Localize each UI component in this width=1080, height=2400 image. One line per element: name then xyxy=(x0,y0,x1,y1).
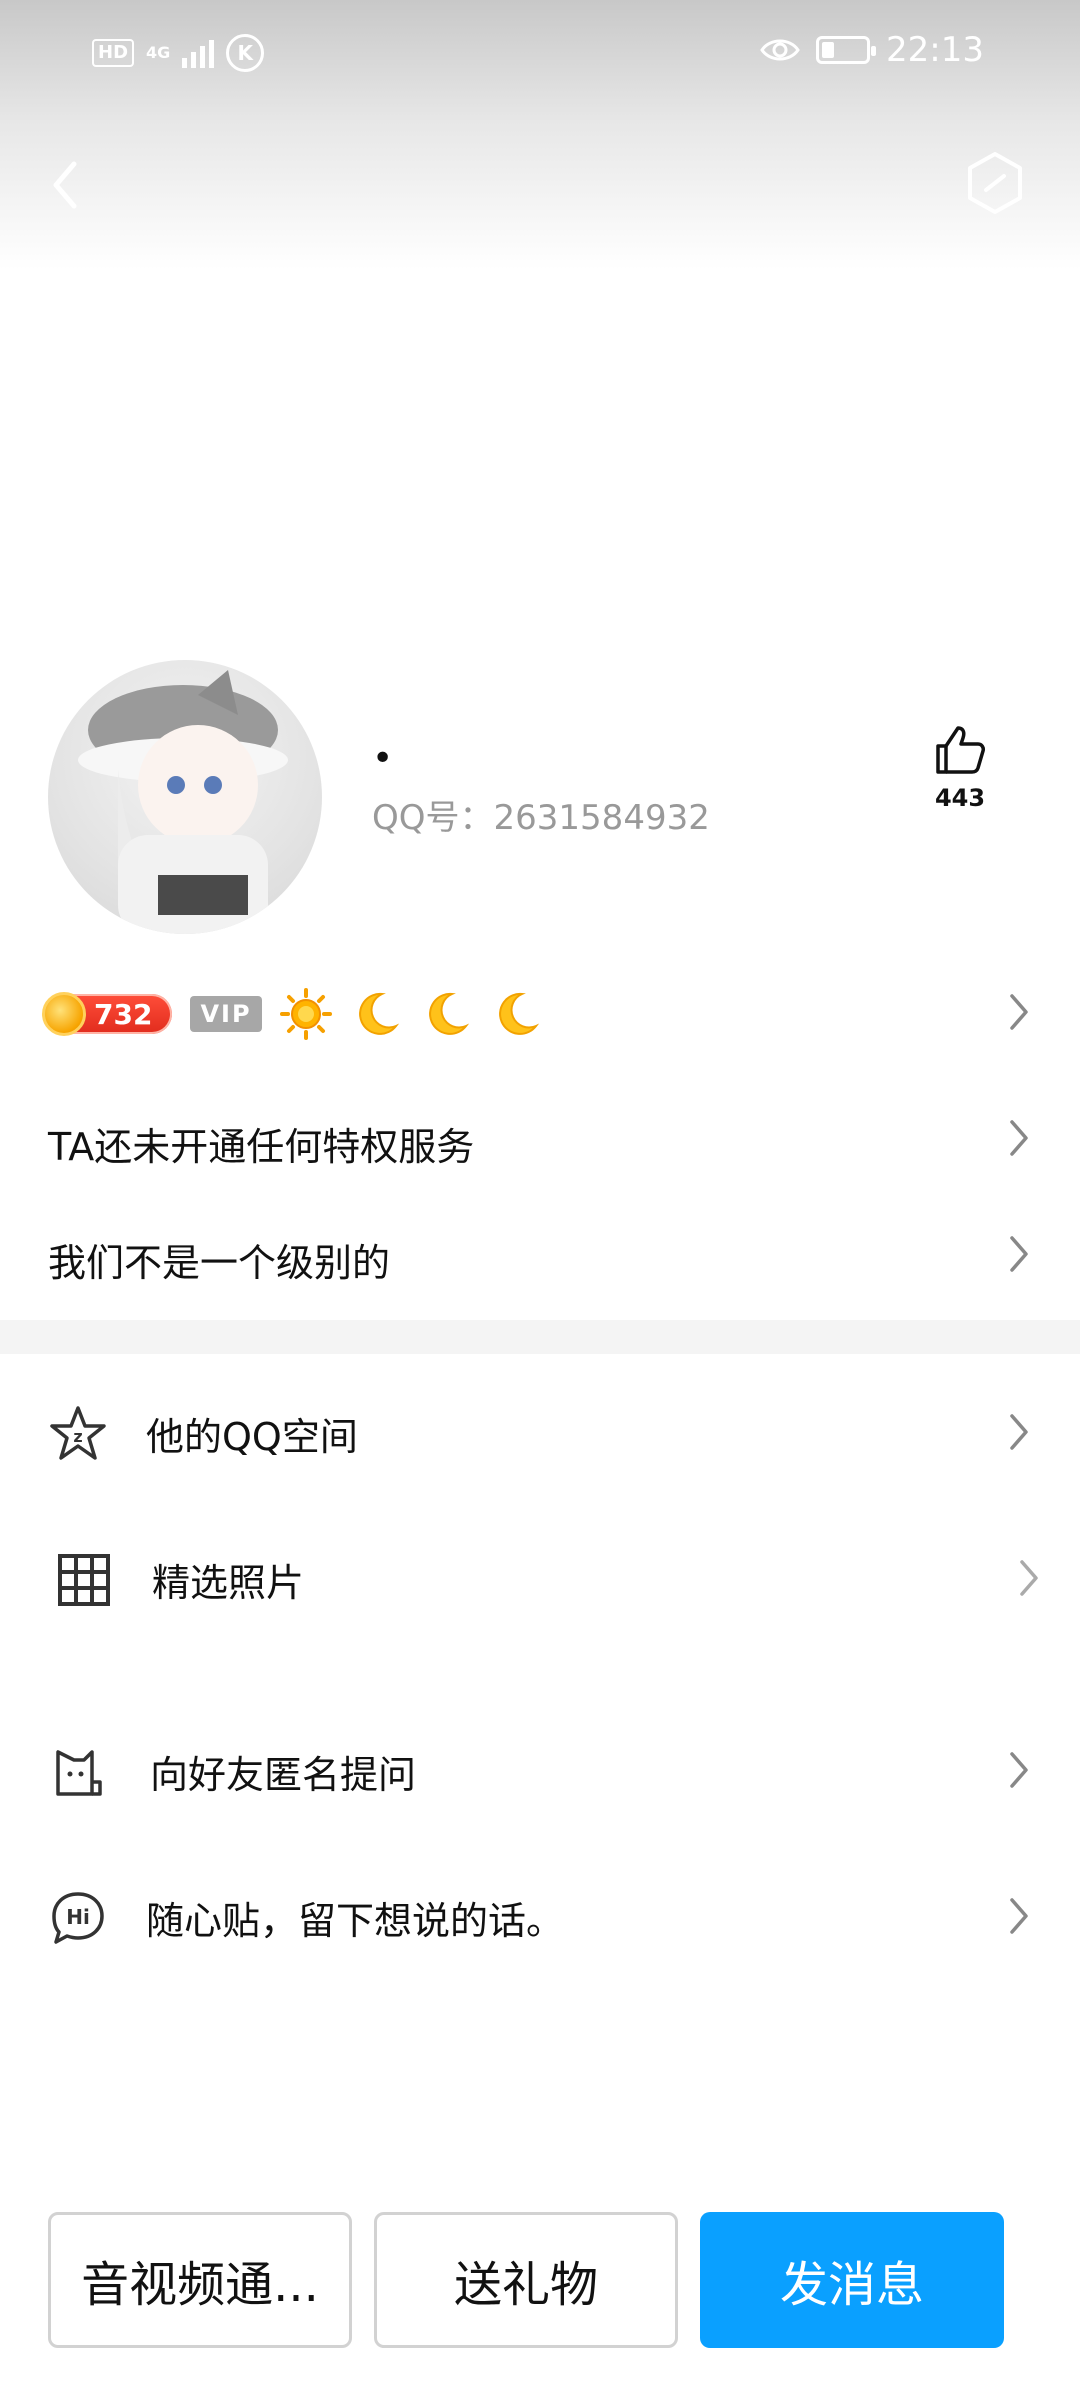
badges-chevron-icon[interactable] xyxy=(1008,992,1030,1032)
k-app-icon: K xyxy=(226,34,265,72)
status-bar: HD 4G K 22:13 xyxy=(0,0,1080,110)
list-item-label: 向好友匿名提问 xyxy=(150,1753,417,1797)
svg-text:Hi: Hi xyxy=(66,1905,90,1929)
eye-icon xyxy=(760,39,800,61)
chevron-right-icon xyxy=(1010,1414,1028,1450)
chevron-right-icon xyxy=(1020,1560,1038,1596)
like-count: 443 xyxy=(934,784,986,812)
list-item-sticky-note[interactable]: Hi 随心贴，留下想说的话。 xyxy=(0,1864,1080,1964)
avatar-illustration xyxy=(78,670,288,934)
status-left: HD 4G K xyxy=(92,34,265,72)
coin-icon xyxy=(42,992,86,1036)
list-item-qzone[interactable]: z 他的QQ空间 xyxy=(0,1380,1080,1480)
av-call-button[interactable]: 音视频通... xyxy=(48,2212,352,2348)
vip-badge: VIP xyxy=(190,996,262,1032)
like-button[interactable]: 443 xyxy=(920,722,1000,812)
hi-bubble-icon: Hi xyxy=(52,1892,104,1944)
signal-icon xyxy=(182,38,215,68)
network-type: 4G xyxy=(146,43,171,62)
hd-badge: HD xyxy=(92,39,135,67)
moon-icon xyxy=(428,992,469,1035)
status-right: 22:13 xyxy=(760,30,984,70)
clock-time: 22:13 xyxy=(886,30,984,70)
privilege-row[interactable]: TA还未开通任何特权服务 xyxy=(48,1116,474,1171)
qzone-star-icon: z xyxy=(50,1406,106,1460)
chevron-right-icon xyxy=(1010,1752,1028,1788)
level-compare-chevron-icon[interactable] xyxy=(1008,1234,1030,1274)
qq-number: QQ号：2631584932 xyxy=(372,798,710,838)
level-value: 732 xyxy=(94,997,153,1031)
back-icon[interactable] xyxy=(40,150,96,220)
list-item-label: 随心贴，留下想说的话。 xyxy=(146,1899,565,1943)
grid-icon xyxy=(58,1554,110,1606)
moon-icon xyxy=(358,992,399,1035)
thumbs-up-icon xyxy=(936,726,985,774)
level-compare-row[interactable]: 我们不是一个级别的 xyxy=(48,1232,390,1287)
hexagon-edit-icon[interactable] xyxy=(964,150,1026,216)
list-item-photos[interactable]: 精选照片 xyxy=(0,1526,1080,1626)
profile-page: HD 4G K 22:13 • QQ号：2631584932 443 732 V… xyxy=(0,0,1080,2400)
badges-row[interactable]: 732 VIP xyxy=(42,988,542,1040)
list-item-anonymous-question[interactable]: 向好友匿名提问 xyxy=(0,1718,1080,1818)
send-message-button[interactable]: 发消息 xyxy=(700,2212,1004,2348)
svg-text:z: z xyxy=(73,1427,82,1446)
privilege-chevron-icon[interactable] xyxy=(1008,1118,1030,1158)
list-item-label: 他的QQ空间 xyxy=(146,1415,358,1459)
sun-icon xyxy=(279,988,332,1040)
battery-icon xyxy=(816,36,877,64)
section-divider xyxy=(0,1320,1080,1354)
list-item-label: 精选照片 xyxy=(152,1561,305,1605)
avatar[interactable] xyxy=(48,660,322,934)
moon-icon xyxy=(498,992,539,1035)
qq-level-badge[interactable]: 732 xyxy=(42,992,173,1036)
send-gift-button[interactable]: 送礼物 xyxy=(374,2212,678,2348)
cat-box-icon xyxy=(56,1750,102,1796)
nickname: • xyxy=(372,738,394,779)
chevron-right-icon xyxy=(1010,1898,1028,1934)
